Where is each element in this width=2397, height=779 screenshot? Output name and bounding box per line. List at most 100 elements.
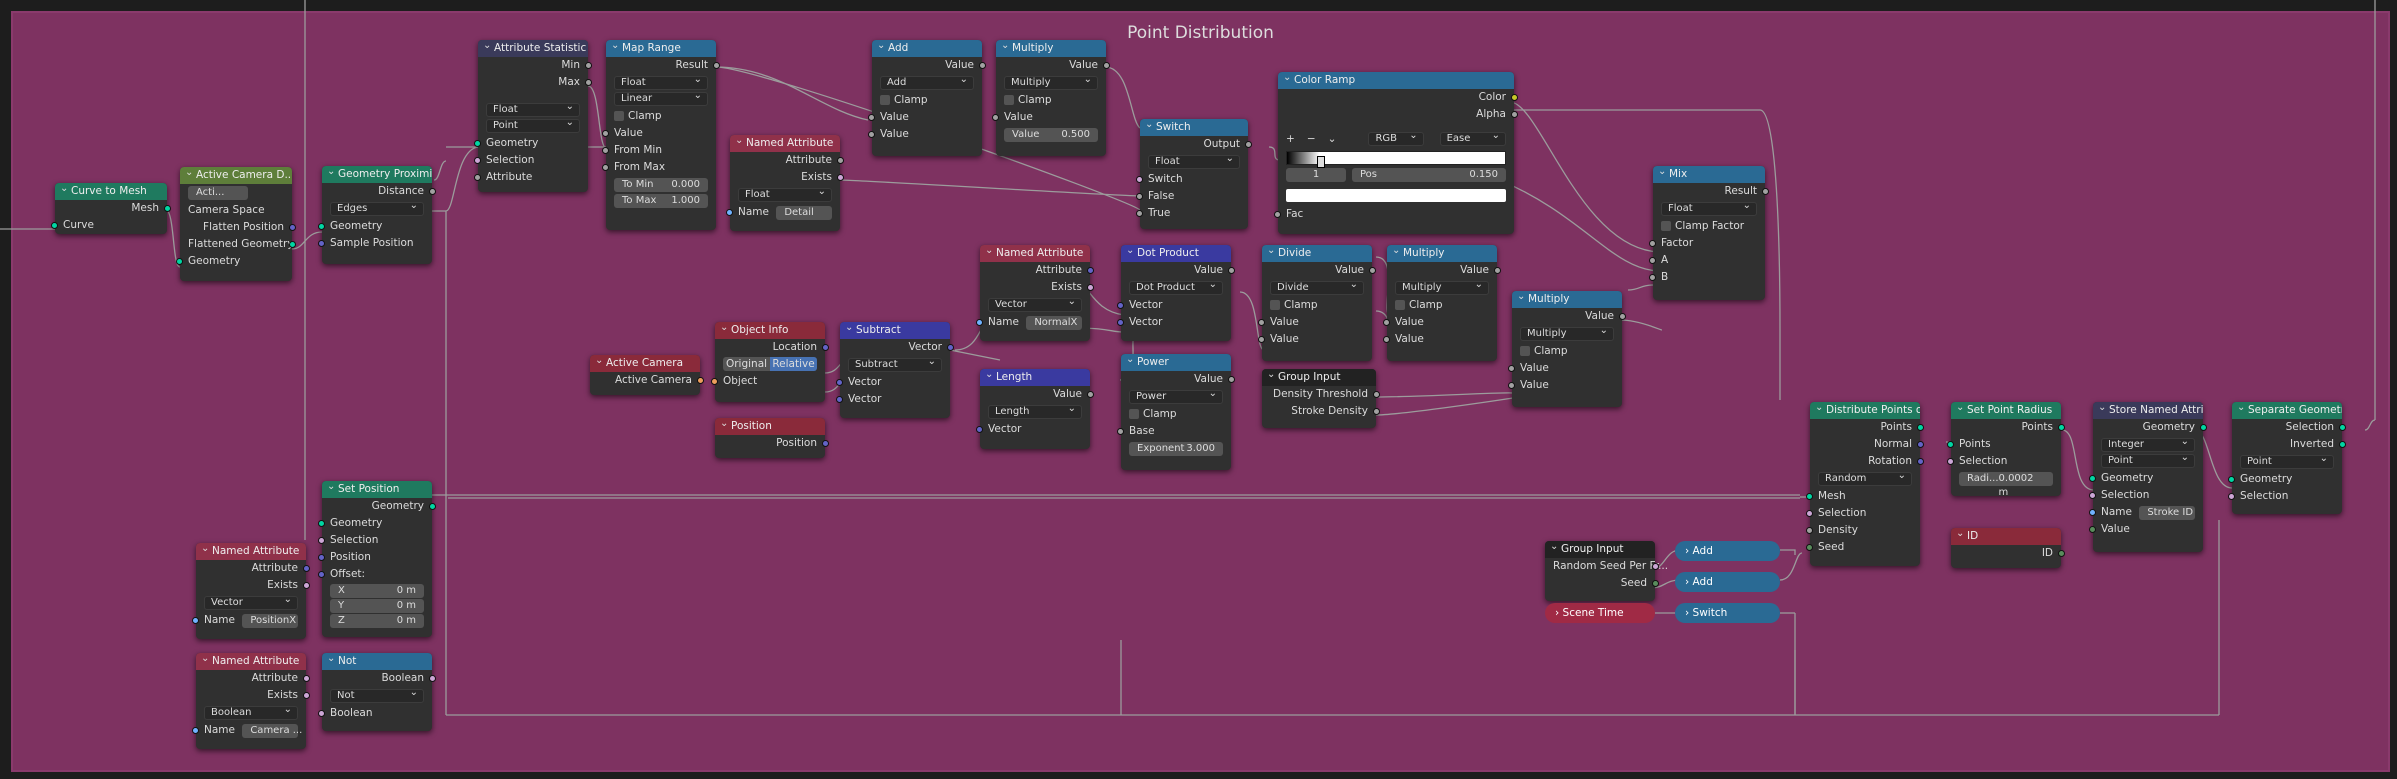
exponent-field[interactable]: Exponent 3.000 [1129,442,1223,456]
name-field[interactable]: Stroke ID [2139,506,2196,520]
node-add-collapsed-2[interactable]: › Add [1675,572,1780,592]
node-active-camera-d[interactable]: Active Camera D... Acti... Camera Space … [176,167,296,281]
clamp-checkbox[interactable]: Clamp [606,108,716,125]
type-dropdown[interactable]: Float [738,186,832,202]
operation-dropdown[interactable]: Divide [1270,279,1364,295]
radius-field[interactable]: Radi... 0.0002 m [1959,472,2053,498]
node-vector-length[interactable]: Length Value Length Vector [976,369,1094,449]
color-mode-dropdown[interactable]: RGB [1368,130,1424,146]
name-field[interactable]: PositionX [242,614,299,628]
node-editor-canvas[interactable]: Point Distribution Curve to Mesh Mesh Cu… [0,0,2397,779]
domain-dropdown[interactable]: Point [2101,452,2195,468]
node-title: Geometry Proximity [322,166,432,183]
name-field[interactable]: Detail [776,206,833,220]
type-dropdown[interactable]: Vector [204,594,298,610]
add-stop-button[interactable]: + [1286,131,1295,148]
operation-dropdown[interactable]: Length [988,403,1082,419]
value-field[interactable]: Value 0.500 [1004,128,1098,142]
node-color-ramp[interactable]: Color Ramp Color Alpha + − ⌄ RGB Ease 1 … [1274,72,1518,234]
interp-dropdown[interactable]: Ease [1439,130,1506,146]
domain-dropdown[interactable]: Point [486,117,580,133]
to-min-field[interactable]: To Min 0.000 [614,178,708,192]
node-named-attribute-positionx[interactable]: Named Attribute Attribute Exists Vector … [192,543,310,639]
node-named-attribute-detail[interactable]: Named Attribute Attribute Exists Float N… [726,135,844,231]
camera-space-label: Camera Space [188,204,265,216]
original-toggle[interactable]: Original [723,357,770,371]
name-field[interactable]: NormalX [1026,316,1083,330]
offset-z-field[interactable]: Z0 m [330,614,424,628]
proximity-mode-dropdown[interactable]: Edges [330,200,424,216]
type-dropdown[interactable]: Float [1661,200,1757,216]
node-math-add[interactable]: Add Value Add Clamp Value Value [868,40,986,156]
node-set-position[interactable]: Set Position Geometry Geometry Selection… [318,481,436,637]
operation-dropdown[interactable]: Subtract [848,356,942,372]
node-set-point-radius[interactable]: Set Point Radius Points Points Selection… [1947,402,2065,498]
node-named-attribute-camera[interactable]: Named Attribute Attribute Exists Boolean… [192,653,310,749]
type-dropdown[interactable]: Vector [988,296,1082,312]
node-dot-product[interactable]: Dot Product Value Dot Product Vector Vec… [1117,245,1235,341]
node-scene-time-collapsed[interactable]: › Scene Time [1545,603,1655,623]
distribute-mode-dropdown[interactable]: Random [1818,470,1912,486]
node-switch[interactable]: Switch Output Float Switch False True [1136,119,1252,229]
operation-dropdown[interactable]: Multiply [1520,325,1614,341]
domain-dropdown[interactable]: Point [2240,453,2334,469]
interp-dropdown[interactable]: Linear [614,90,708,106]
node-map-range[interactable]: Map Range Result Float Linear Clamp Valu… [602,40,720,230]
node-math-multiply-3[interactable]: Multiply Value Multiply Clamp Value Valu… [1508,291,1626,407]
node-math-multiply-2[interactable]: Multiply Value Multiply Clamp Value Valu… [1383,245,1501,361]
ramp-stop-handle[interactable] [1317,156,1325,168]
type-dropdown[interactable]: Integer [2101,436,2195,452]
type-dropdown[interactable]: Boolean [204,704,298,720]
operation-dropdown[interactable]: Not [330,687,424,703]
node-switch-collapsed[interactable]: › Switch [1675,603,1780,623]
name-field[interactable]: Camera ... [242,724,302,738]
node-store-named-attribute[interactable]: Store Named Attrib... Geometry Integer P… [2089,402,2207,552]
node-math-power[interactable]: Power Value Power Clamp Base Exponent3.0… [1117,354,1235,470]
operation-dropdown[interactable]: Multiply [1395,279,1489,295]
stop-index-field[interactable]: 1 [1286,168,1346,182]
type-dropdown[interactable]: Float [1148,153,1240,169]
to-max-field[interactable]: To Max 1.000 [614,194,708,208]
clamp-checkbox[interactable]: Clamp [996,92,1106,109]
node-title: Distribute Points on ... [1810,402,1920,419]
clamp-checkbox[interactable]: Clamp [1512,343,1622,360]
node-group-input-seed[interactable]: Group Input Random Seed Per Fr... Seed [1545,541,1668,601]
node-active-camera[interactable]: Active Camera Active Camera [590,355,704,395]
remove-stop-button[interactable]: − [1307,131,1316,148]
stop-color-swatch[interactable] [1286,189,1506,202]
node-separate-geometry[interactable]: Separate Geometry Selection Inverted Poi… [2228,402,2346,514]
operation-dropdown[interactable]: Dot Product [1129,279,1223,295]
node-group-input-density[interactable]: Group Input Density Threshold Stroke Den… [1262,369,1380,428]
node-attribute-statistic[interactable]: Attribute Statistic Min Max Float Point … [474,40,592,192]
node-add-collapsed-1[interactable]: › Add [1675,541,1780,561]
node-id[interactable]: ID ID [1951,528,2065,568]
node-boolean-not[interactable]: Not Boolean Not Boolean [318,653,436,731]
node-named-attribute-normalx[interactable]: Named Attribute Attribute Exists Vector … [976,245,1094,341]
node-vector-subtract[interactable]: Subtract Vector Subtract Vector Vector [836,322,954,418]
node-mix[interactable]: Mix Result Float Clamp Factor Factor A B [1649,166,1769,300]
clamp-checkbox[interactable]: Clamp [1387,297,1497,314]
relative-toggle[interactable]: Relative [770,357,817,371]
node-math-multiply-1[interactable]: Multiply Value Multiply Clamp Value Valu… [992,40,1110,156]
stop-pos-field[interactable]: Pos 0.150 [1352,168,1506,182]
node-position[interactable]: Position Position [715,418,829,458]
node-object-info[interactable]: Object Info Location Original Relative O… [711,322,829,402]
operation-dropdown[interactable]: Power [1129,388,1223,404]
node-geometry-proximity[interactable]: Geometry Proximity Distance Edges Geomet… [318,166,436,264]
node-curve-to-mesh[interactable]: Curve to Mesh Mesh Curve [51,183,171,234]
color-ramp-gradient[interactable] [1286,151,1506,168]
camera-mode-field[interactable]: Acti... [196,186,224,200]
offset-y-field[interactable]: Y0 m [330,599,424,613]
ramp-menu-button[interactable]: ⌄ [1328,131,1337,148]
node-math-divide[interactable]: Divide Value Divide Clamp Value Value [1258,245,1376,361]
clamp-checkbox[interactable]: Clamp [872,92,982,109]
clamp-checkbox[interactable]: Clamp [1121,406,1231,423]
operation-dropdown[interactable]: Multiply [1004,74,1098,90]
clamp-checkbox[interactable]: Clamp [1262,297,1372,314]
offset-x-field[interactable]: X0 m [330,584,424,598]
type-dropdown[interactable]: Float [614,74,708,90]
node-distribute-points[interactable]: Distribute Points on ... Points Normal R… [1806,402,1924,566]
type-dropdown[interactable]: Float [486,101,580,117]
clamp-factor-checkbox[interactable]: Clamp Factor [1653,218,1765,235]
operation-dropdown[interactable]: Add [880,74,974,90]
